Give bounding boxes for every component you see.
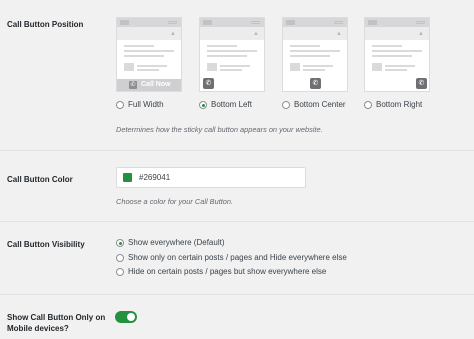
radio-button[interactable]	[116, 239, 124, 247]
image-placeholder-icon: ▲	[418, 31, 424, 37]
radio-button[interactable]	[116, 101, 124, 109]
image-placeholder-icon: ▲	[336, 31, 342, 37]
mobile-only-label: Show Call Button Only on Mobile devices?	[7, 313, 106, 333]
section-divider	[0, 294, 474, 295]
radio-button[interactable]	[199, 101, 207, 109]
color-value[interactable]: #269041	[139, 173, 170, 183]
position-description: Determines how the sticky call button ap…	[116, 125, 323, 134]
toggle-knob	[127, 313, 135, 321]
visibility-label: Call Button Visibility	[7, 240, 85, 249]
radio-button[interactable]	[364, 101, 372, 109]
preview-bottom-left[interactable]: ▲ ✆	[199, 17, 265, 92]
preview-bottom-right[interactable]: ▲ ✆	[364, 17, 430, 92]
radio-button[interactable]	[116, 268, 124, 276]
section-divider	[0, 221, 474, 222]
image-placeholder-icon: ▲	[170, 31, 176, 37]
phone-icon: ✆	[129, 81, 137, 89]
phone-icon: ✆	[416, 78, 427, 89]
radio-button[interactable]	[116, 254, 124, 262]
image-placeholder-icon: ▲	[253, 31, 259, 37]
color-swatch[interactable]	[123, 173, 132, 182]
radio-button[interactable]	[282, 101, 290, 109]
mobile-only-toggle[interactable]	[115, 311, 137, 323]
color-picker-field[interactable]: #269041	[116, 167, 306, 188]
section-divider	[0, 150, 474, 151]
preview-full-width[interactable]: ▲ ✆ Call Now	[116, 17, 182, 92]
full-width-call-bar: ✆ Call Now	[117, 79, 181, 91]
color-label: Call Button Color	[7, 175, 73, 184]
color-description: Choose a color for your Call Button.	[116, 197, 234, 206]
phone-icon: ✆	[310, 78, 321, 89]
preview-bottom-center[interactable]: ▲ ✆	[282, 17, 348, 92]
phone-icon: ✆	[203, 78, 214, 89]
position-label: Call Button Position	[7, 20, 84, 29]
